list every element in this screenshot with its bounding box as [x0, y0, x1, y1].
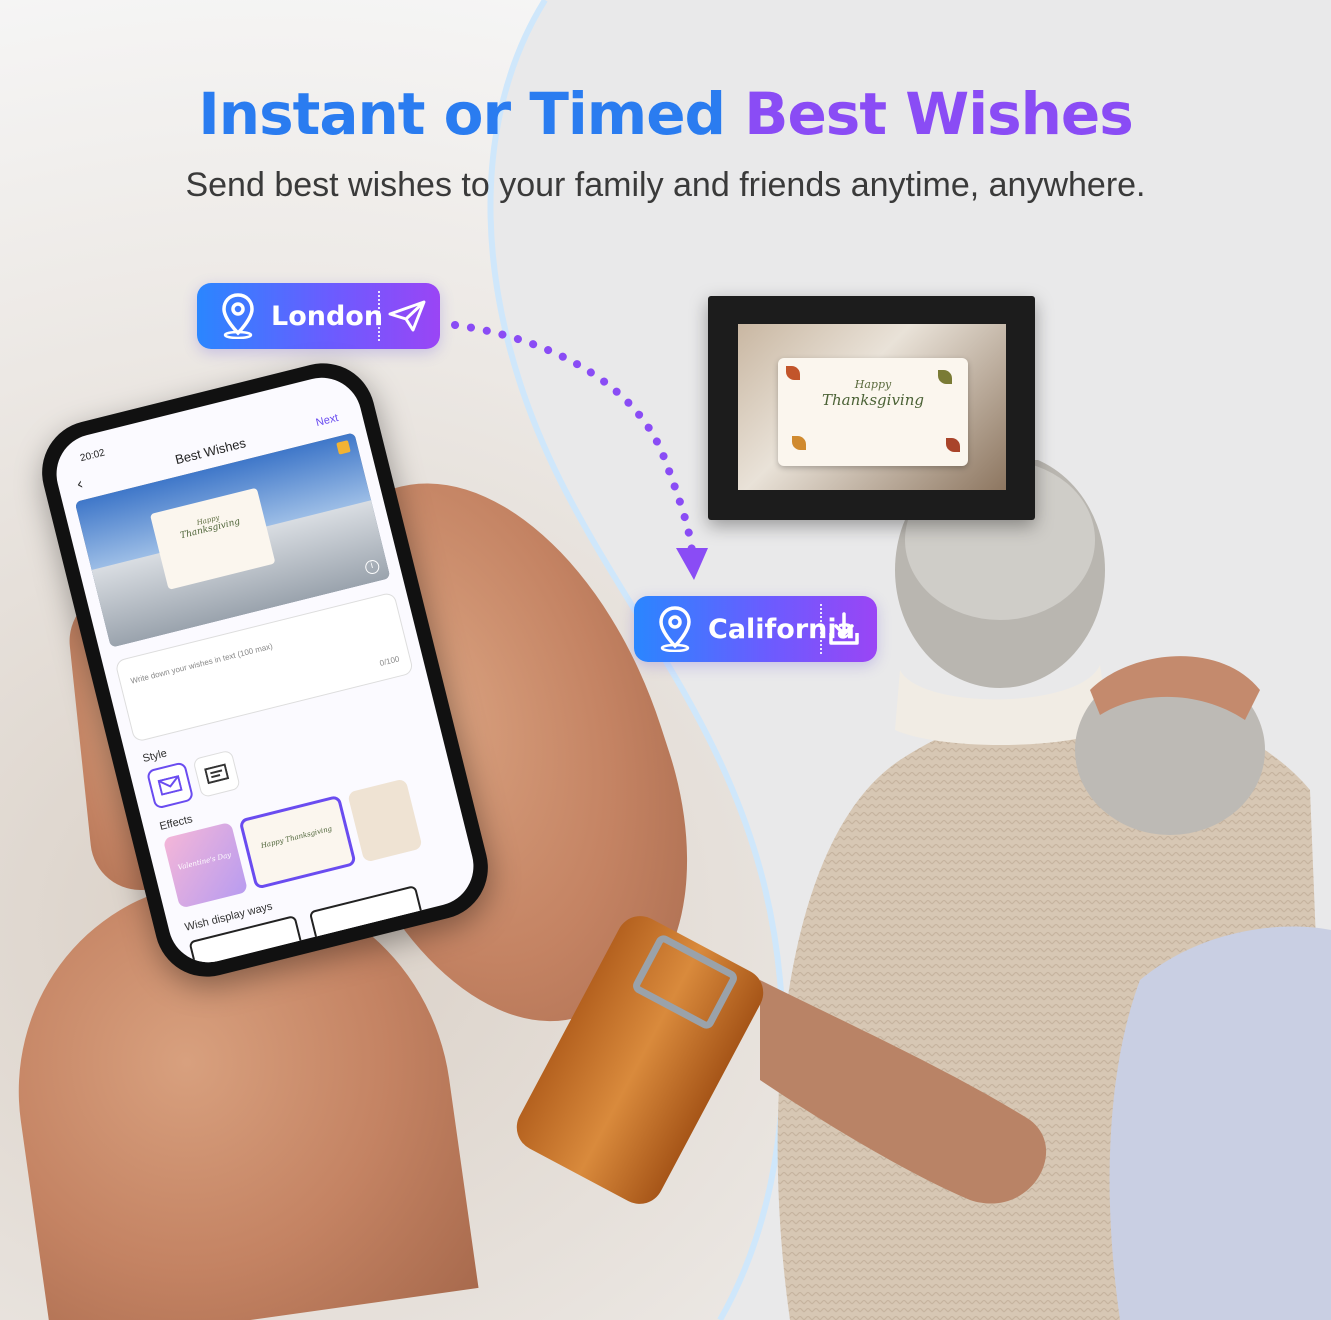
location-pin-icon	[211, 283, 265, 349]
pill-divider	[378, 291, 380, 341]
wish-text-placeholder: Write down your wishes in text (100 max)	[129, 641, 274, 686]
text-card-icon	[204, 763, 230, 785]
effect-more[interactable]	[347, 778, 423, 863]
destination-location-pill: California	[634, 596, 877, 662]
effect-label: Happy Thanksgiving	[260, 824, 333, 851]
digital-photo-frame: Happy Thanksgiving	[708, 296, 1035, 520]
envelope-icon	[157, 774, 183, 796]
card-line2: Thanksgiving	[822, 391, 924, 409]
effect-valentines[interactable]: Valentine's Day	[162, 821, 249, 909]
leaf-icon	[946, 438, 960, 452]
char-counter: 0/100	[378, 654, 401, 668]
location-pin-icon	[648, 596, 702, 662]
leaf-icon	[786, 366, 800, 380]
paper-plane-icon[interactable]	[384, 293, 430, 339]
status-time: 20:02	[79, 447, 107, 465]
origin-location-pill: London	[197, 283, 440, 349]
leaf-icon	[938, 370, 952, 384]
style-envelope-button[interactable]	[145, 761, 195, 810]
leaf-icon	[792, 436, 806, 450]
effects-label: Effects	[158, 813, 194, 833]
download-icon[interactable]	[821, 606, 867, 652]
promo-page: Instant or Timed Best Wishes Send best w…	[0, 0, 1331, 1320]
effect-label: Valentine's Day	[176, 850, 232, 872]
thanksgiving-card: Happy Thanksgiving	[778, 358, 968, 466]
effect-thanksgiving[interactable]: Happy Thanksgiving	[238, 794, 357, 890]
origin-location-label: London	[271, 300, 384, 332]
style-text-button[interactable]	[192, 749, 241, 799]
arrow-head-icon	[676, 548, 708, 580]
style-label: Style	[141, 747, 169, 765]
frame-screen: Happy Thanksgiving	[738, 324, 1006, 490]
